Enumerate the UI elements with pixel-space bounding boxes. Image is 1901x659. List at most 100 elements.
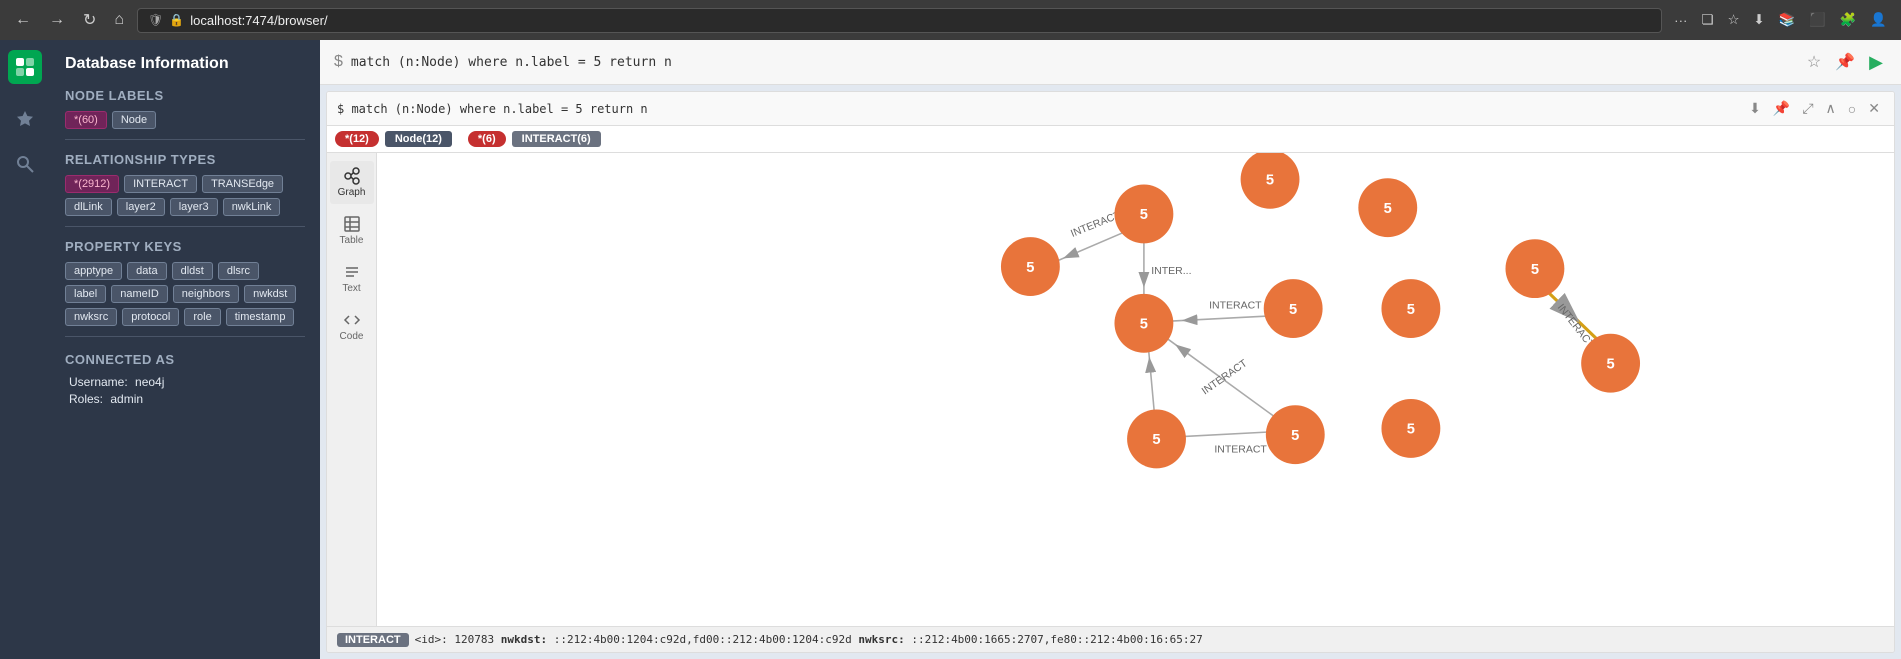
view-code-button[interactable]: Code — [330, 305, 374, 348]
query-bar: $ ☆ 📌 ▶ — [320, 40, 1901, 85]
bookmark-button[interactable]: ☆ — [1723, 10, 1743, 30]
rel-tag-layer3[interactable]: layer3 — [170, 198, 218, 216]
node-n9-label: 5 — [1152, 432, 1160, 448]
container-button[interactable]: ⬛ — [1805, 10, 1830, 30]
view-table-button[interactable]: Table — [330, 209, 374, 252]
connected-as-title: Connected as — [65, 352, 305, 367]
address-bar[interactable]: 🛡 🔒 localhost:7474/browser/ — [137, 8, 1662, 33]
close-result-button[interactable]: ✕ — [1864, 98, 1884, 119]
forward-button[interactable]: → — [44, 9, 70, 31]
prop-tag-apptype[interactable]: apptype — [65, 262, 122, 280]
prop-tag-role[interactable]: role — [184, 308, 220, 326]
username-row: Username: neo4j — [65, 375, 305, 389]
node-tag-node[interactable]: Node — [112, 111, 156, 129]
node-n8-label: 5 — [1531, 262, 1539, 278]
prop-tag-nwkdst[interactable]: nwkdst — [244, 285, 296, 303]
result-query-text: $ match (n:Node) where n.label = 5 retur… — [337, 102, 1737, 116]
pin-query-button[interactable]: 📌 — [1831, 50, 1859, 74]
edge-label-n6-n5: INTERACT — [1209, 300, 1262, 312]
rel-tag-transedge[interactable]: TRANSEdge — [202, 175, 283, 193]
extensions-button[interactable]: 🧩 — [1836, 10, 1861, 30]
prop-keys-section-title: Property Keys — [65, 239, 305, 254]
roles-row: Roles: admin — [65, 392, 305, 406]
prop-tag-data[interactable]: data — [127, 262, 166, 280]
interact-badge[interactable]: INTERACT(6) — [512, 131, 601, 147]
app-logo[interactable] — [8, 50, 42, 84]
back-button[interactable]: ← — [10, 9, 36, 31]
view-text-button[interactable]: Text — [330, 257, 374, 300]
edge-label-n2-n5: INTER... — [1151, 265, 1191, 277]
status-bar: INTERACT <id>: 120783 nwkdst: ::212:4b00… — [327, 626, 1894, 652]
roles-label: Roles: — [69, 392, 103, 406]
rel-types-tags: *(2912) INTERACT TRANSEdge dlLink layer2… — [65, 175, 305, 216]
node-n12-label: 5 — [1607, 356, 1615, 372]
node-badge[interactable]: Node(12) — [385, 131, 452, 147]
view-graph-button[interactable]: Graph — [330, 161, 374, 204]
username-label: Username: — [69, 375, 128, 389]
divider-1 — [65, 139, 305, 140]
divider-2 — [65, 226, 305, 227]
graph-area[interactable]: INTERACT INTER... INTERACT INTERACT — [377, 153, 1894, 626]
prop-tag-neighbors[interactable]: neighbors — [173, 285, 239, 303]
result-header-actions: ⬇ 📌 ⤢ ∧ ○ ✕ — [1745, 98, 1884, 119]
refresh-button[interactable]: ↻ — [78, 8, 101, 32]
favorite-query-button[interactable]: ☆ — [1803, 50, 1825, 74]
shield-icon: 🛡 — [148, 13, 163, 27]
download-result-button[interactable]: ⬇ — [1745, 98, 1765, 119]
node-n1-label: 5 — [1026, 260, 1034, 276]
bookmarks-library-button[interactable]: 📚 — [1775, 10, 1800, 30]
status-type-badge: INTERACT — [337, 633, 409, 647]
node-n11-label: 5 — [1407, 422, 1415, 438]
pin-result-button[interactable]: 📌 — [1769, 98, 1794, 119]
edge-n9-n10 — [1178, 432, 1278, 437]
node-n7-label: 5 — [1407, 302, 1415, 318]
collapse-result-button[interactable]: ∧ — [1822, 98, 1840, 119]
icon-sidebar — [0, 40, 50, 659]
prop-tag-dldst[interactable]: dldst — [172, 262, 213, 280]
prop-tag-nwksrc[interactable]: nwksrc — [65, 308, 117, 326]
rel-count-badge[interactable]: *(6) — [468, 131, 506, 147]
result-header: $ match (n:Node) where n.label = 5 retur… — [327, 92, 1894, 126]
rel-types-section-title: Relationship Types — [65, 152, 305, 167]
rel-tag-dllink[interactable]: dlLink — [65, 198, 112, 216]
profile-button[interactable]: 👤 — [1866, 10, 1891, 30]
sidebar-item-favorites[interactable] — [10, 104, 40, 134]
sidebar-item-search[interactable] — [10, 149, 40, 179]
prop-tag-protocol[interactable]: protocol — [122, 308, 179, 326]
status-nwksrc-value: ::212:4b00:1665:2707,fe80::212:4b00:16:6… — [911, 633, 1202, 646]
download-button[interactable]: ⬇ — [1749, 10, 1768, 30]
node-n2-label: 5 — [1140, 207, 1148, 223]
view-text-label: Text — [342, 283, 360, 294]
node-n10-label: 5 — [1291, 428, 1299, 444]
graph-svg: INTERACT INTER... INTERACT INTERACT — [377, 153, 1894, 626]
node-n4-label: 5 — [1384, 201, 1392, 217]
rel-tag-all[interactable]: *(2912) — [65, 175, 119, 193]
query-input[interactable] — [351, 55, 1795, 70]
view-code-label: Code — [340, 331, 364, 342]
status-nwksrc-label: nwksrc: — [858, 633, 904, 646]
node-n6-label: 5 — [1289, 302, 1297, 318]
home-button[interactable]: ⌂ — [109, 9, 129, 31]
username-value: neo4j — [135, 375, 164, 389]
status-nwkdst-value: ::212:4b00:1204:c92d,fd00::212:4b00:1204… — [554, 633, 852, 646]
pocket-button[interactable]: ❏ — [1697, 10, 1717, 30]
result-tabs-row: *(12) Node(12) *(6) INTERACT(6) — [327, 126, 1894, 153]
prop-tag-nameid[interactable]: nameID — [111, 285, 168, 303]
count-badge[interactable]: *(12) — [335, 131, 379, 147]
rel-tag-layer2[interactable]: layer2 — [117, 198, 165, 216]
search-result-button[interactable]: ○ — [1844, 98, 1860, 119]
edge-n2-n1 — [1051, 232, 1125, 264]
rel-tag-nwklink[interactable]: nwkLink — [223, 198, 281, 216]
expand-result-button[interactable]: ⤢ — [1798, 98, 1817, 119]
menu-button[interactable]: ··· — [1670, 10, 1691, 30]
run-query-button[interactable]: ▶ — [1865, 50, 1887, 75]
prop-tag-dlsrc[interactable]: dlsrc — [218, 262, 259, 280]
status-nwkdst-label: nwkdst: — [501, 633, 547, 646]
view-table-label: Table — [340, 235, 364, 246]
node-tag-all[interactable]: *(60) — [65, 111, 107, 129]
prop-tag-timestamp[interactable]: timestamp — [226, 308, 295, 326]
roles-value: admin — [110, 392, 143, 406]
prop-tag-label[interactable]: label — [65, 285, 106, 303]
rel-tag-interact[interactable]: INTERACT — [124, 175, 197, 193]
main-content: $ ☆ 📌 ▶ $ match (n:Node) where n.label =… — [320, 40, 1901, 659]
